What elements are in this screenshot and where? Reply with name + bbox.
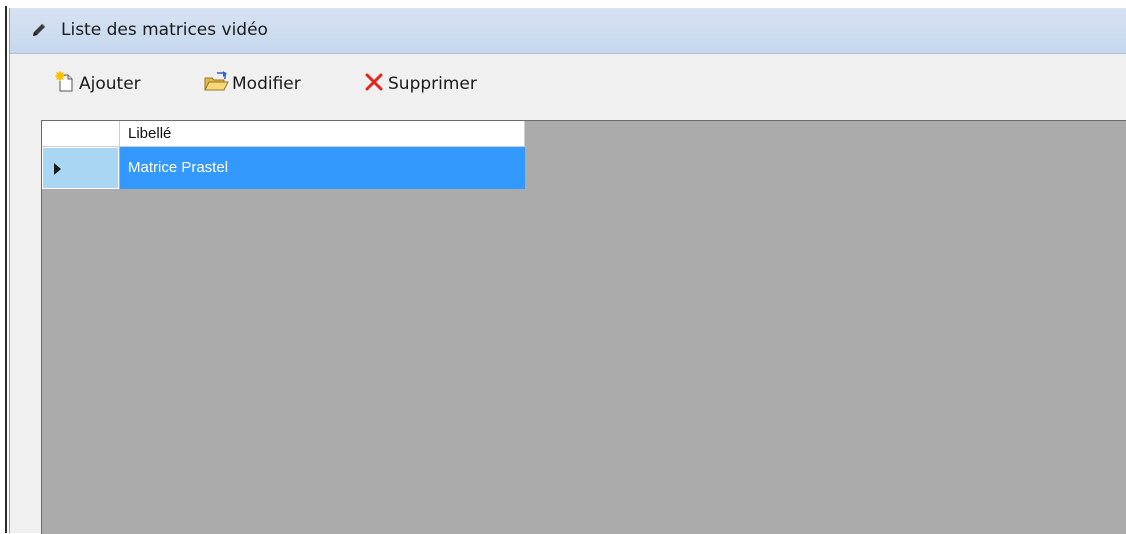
toolbar: Ajouter Modifier Supprimer [10,54,1126,116]
table-row[interactable]: Matrice Prastel [42,147,525,189]
red-x-icon [363,71,385,98]
grid-corner-cell[interactable] [42,121,120,146]
new-document-icon [54,70,76,98]
edit-button-label: Modifier [232,74,301,94]
delete-button[interactable]: Supprimer [363,70,477,98]
add-button[interactable]: Ajouter [54,70,141,98]
open-folder-icon [203,70,229,98]
current-row-arrow-icon [54,163,61,175]
row-header-selected[interactable] [42,147,119,189]
grid-header-row: Libellé [42,121,525,147]
cell-libelle[interactable]: Matrice Prastel [120,147,525,189]
window-title: Liste des matrices vidéo [61,20,268,40]
column-header-libelle[interactable]: Libellé [120,121,525,146]
edit-button[interactable]: Modifier [203,70,301,98]
matrices-grid[interactable]: Libellé Matrice Prastel [41,120,1126,534]
title-bar: Liste des matrices vidéo [10,8,1126,54]
pencil-icon [30,21,48,39]
window-left-edge [0,0,8,533]
add-button-label: Ajouter [79,74,141,94]
matrix-list-window: Liste des matrices vidéo Ajouter Modifie… [9,8,1126,534]
delete-button-label: Supprimer [388,74,477,94]
